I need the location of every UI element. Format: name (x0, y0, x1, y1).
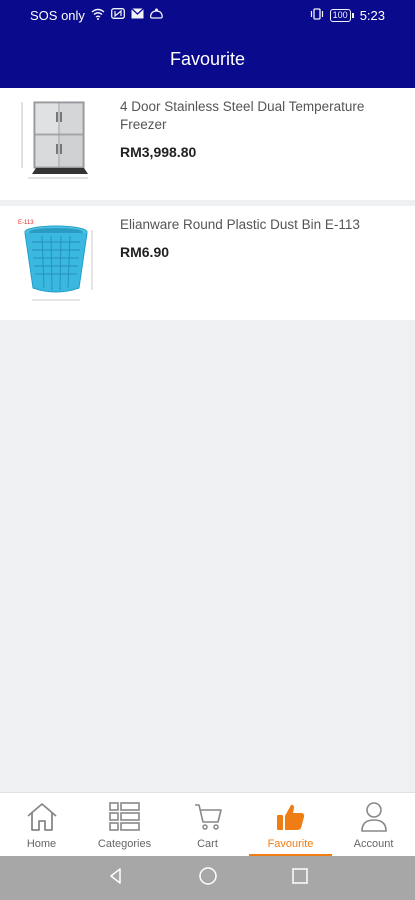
tab-label: Account (353, 838, 394, 850)
wifi-icon (91, 8, 105, 23)
thumbs-up-icon (276, 801, 306, 833)
cart-icon (193, 801, 223, 833)
system-nav-bar (0, 856, 415, 900)
tab-label: Cart (197, 838, 218, 850)
tab-cart[interactable]: Cart (166, 793, 249, 856)
product-price: RM6.90 (120, 244, 170, 260)
recents-icon[interactable] (291, 867, 309, 890)
account-icon (359, 801, 389, 833)
page-title: Favourite (169, 48, 246, 69)
back-icon[interactable] (107, 867, 125, 890)
tab-favourite[interactable]: Favourite (249, 793, 332, 856)
freezer-image[interactable] (18, 96, 100, 192)
tab-account[interactable]: Account (332, 793, 415, 856)
dust-bin-image[interactable]: E-113 (18, 214, 100, 310)
carrier-text: SOS only (30, 7, 85, 23)
product-name[interactable]: Elianware Round Plastic Dust Bin E-113 (120, 216, 397, 234)
product-card-freezer[interactable]: 4 Door Stainless Steel Dual Temperature … (0, 88, 415, 200)
mail-icon (131, 8, 144, 22)
app-header: Favourite (0, 30, 415, 88)
tab-label: Favourite (267, 838, 314, 850)
battery-icon: 100 (329, 8, 354, 22)
status-bar: SOS only 100 5:23 (0, 0, 415, 30)
home-circle-icon[interactable] (198, 866, 218, 891)
tab-categories[interactable]: Categories (83, 793, 166, 856)
vibrate-icon (310, 7, 324, 23)
tab-label: Home (26, 838, 57, 850)
home-icon (25, 801, 59, 833)
clock-text: 5:23 (359, 7, 385, 23)
tab-label: Categories (97, 838, 152, 850)
product-card-dust-bin[interactable]: E-113 Elianware Round Plastic Dust Bin E… (0, 206, 415, 320)
tab-home[interactable]: Home (0, 793, 83, 856)
bottom-tab-bar: Home Categories Cart Favourite Account (0, 792, 415, 856)
favourite-list: 4 Door Stainless Steel Dual Temperature … (0, 88, 415, 320)
image-code-label: E-113 (18, 220, 34, 226)
notification-icon (149, 8, 163, 23)
battery-level: 100 (329, 8, 351, 22)
nfc-icon (110, 8, 125, 22)
product-price: RM3,998.80 (120, 144, 197, 160)
categories-icon (108, 801, 141, 833)
product-name[interactable]: 4 Door Stainless Steel Dual Temperature … (120, 98, 397, 134)
